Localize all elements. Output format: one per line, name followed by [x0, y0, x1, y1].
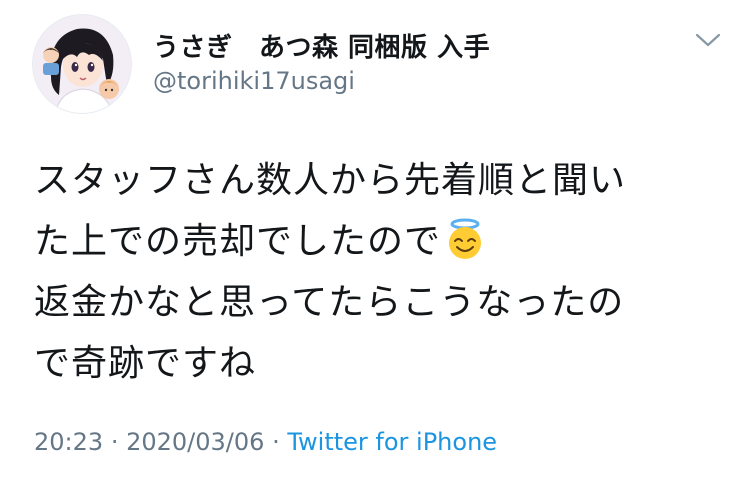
tweet-text-line: 返金かなと思ってたらこうなったの: [34, 282, 625, 323]
meta-separator: ·: [272, 428, 280, 456]
avatar[interactable]: [32, 14, 132, 114]
tweet-text-line: スタッフさん数人から先着順と聞い: [34, 160, 627, 201]
tweet-text-line: で奇跡ですね: [34, 343, 257, 384]
author-handle[interactable]: @torihiki17usagi: [153, 67, 355, 95]
author-display-name[interactable]: うさぎ あつ森 同梱版 入手: [153, 27, 490, 64]
tweet-card: うさぎ あつ森 同梱版 入手 @torihiki17usagi スタッフさん数人…: [0, 0, 750, 483]
smiling-face-with-halo-emoji-icon: [443, 217, 487, 261]
tweet-text-segment: た上での売却でしたので: [34, 221, 442, 262]
tweet-text-line: た上での売却でしたので: [34, 211, 724, 272]
anime-avatar-icon: [33, 15, 131, 113]
tweet-date[interactable]: 2020/03/06: [126, 428, 264, 456]
chevron-down-icon[interactable]: [694, 30, 722, 50]
tweet-time[interactable]: 20:23: [34, 428, 103, 456]
meta-separator: ·: [110, 428, 119, 456]
tweet-metadata: 20:23 · 2020/03/06 · Twitter for iPhone: [34, 428, 497, 456]
tweet-source-link[interactable]: Twitter for iPhone: [287, 428, 497, 456]
tweet-text: スタッフさん数人から先着順と聞い た上での売却でしたので 返金かなと思ってたらこ…: [34, 150, 724, 394]
